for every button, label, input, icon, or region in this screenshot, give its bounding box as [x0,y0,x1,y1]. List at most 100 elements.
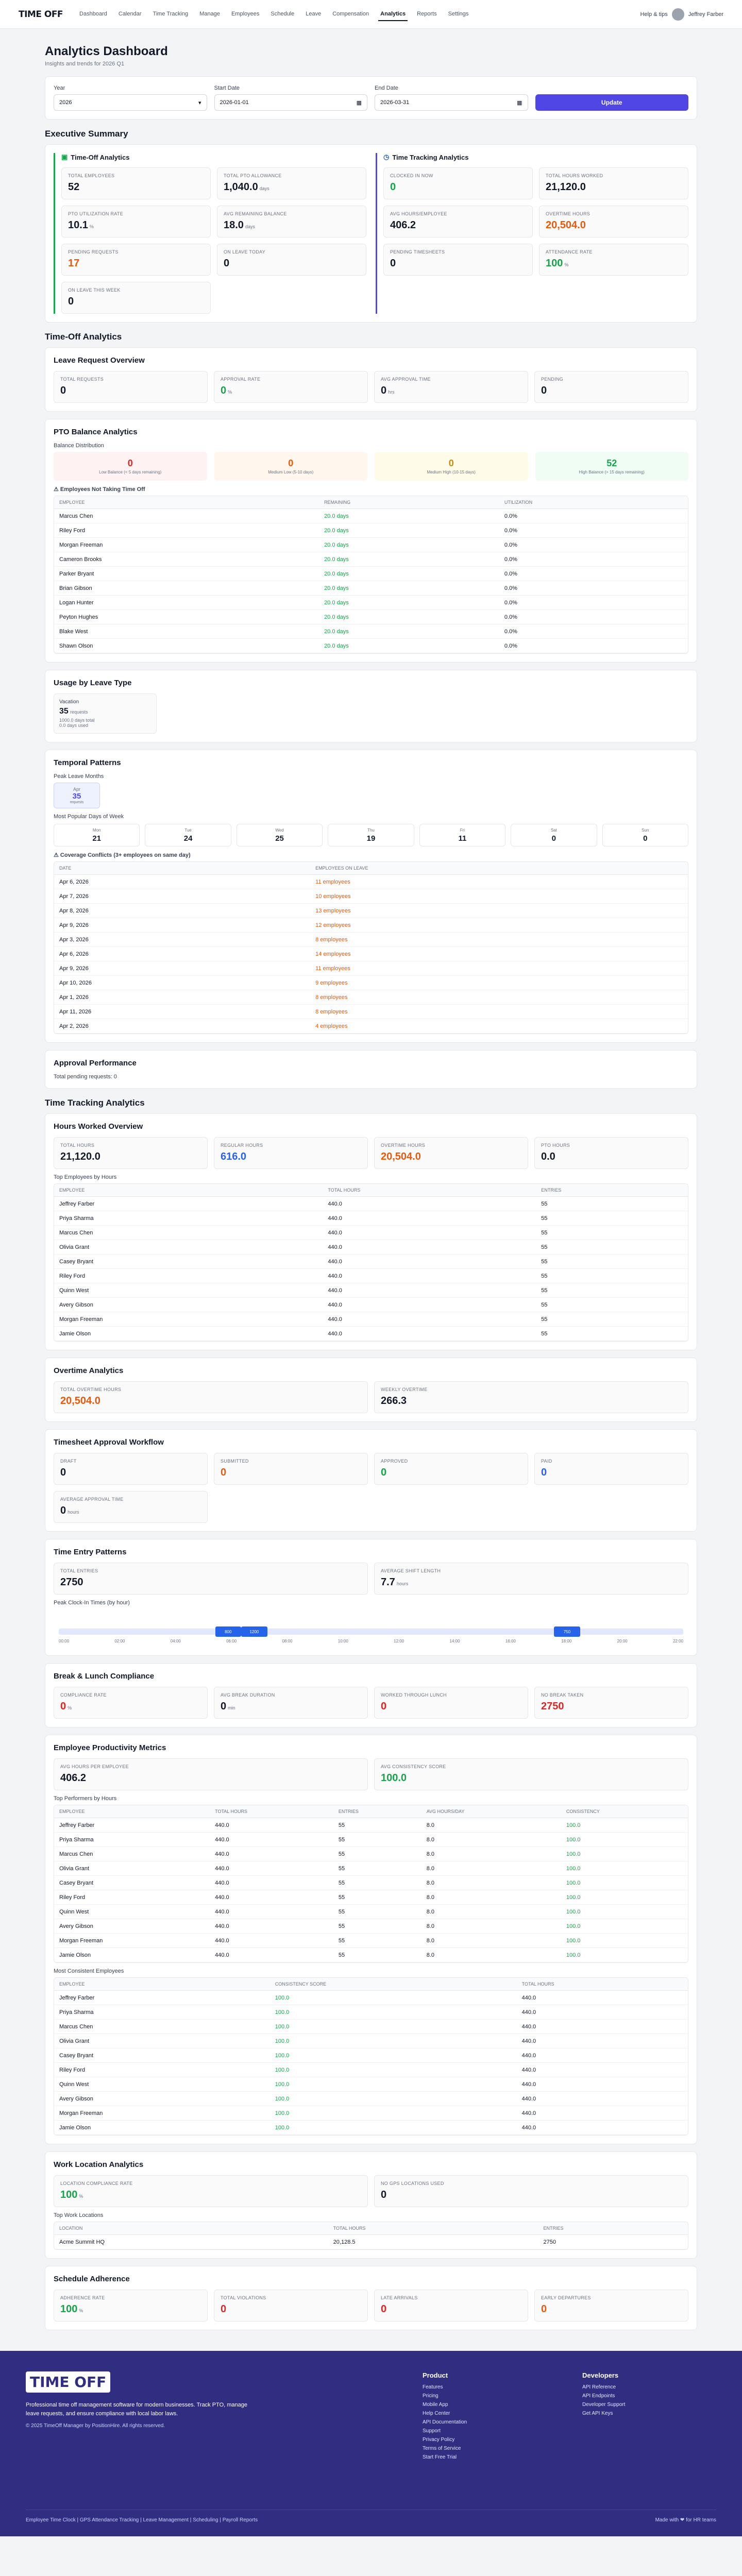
table-row[interactable]: Riley Ford 440.0 55 8.0 100.0 [54,1890,688,1905]
column-header[interactable]: Entries [333,1805,421,1818]
footer-link[interactable]: Support [423,2428,467,2434]
table-row[interactable]: Quinn West 440.0 55 [54,1283,688,1298]
table-row[interactable]: Cameron Brooks 20.0 days 0.0% [54,552,688,567]
footer-link[interactable]: API Reference [582,2384,625,2390]
nav-item-calendar[interactable]: Calendar [116,8,144,21]
column-header[interactable]: Entries [538,2222,688,2235]
table-row[interactable]: Marcus Chen 100.0 440.0 [54,2019,688,2034]
table-row[interactable]: Riley Ford 20.0 days 0.0% [54,523,688,538]
column-header[interactable]: Consistency Score [269,1978,517,1991]
table-row[interactable]: Apr 6, 2026 14 employees [54,946,688,961]
table-row[interactable]: Acme Summit HQ 20,128.5 2750 [54,2234,688,2249]
table-row[interactable]: Apr 9, 2026 11 employees [54,961,688,976]
table-row[interactable]: Blake West 20.0 days 0.0% [54,624,688,639]
column-header[interactable]: Total Hours [516,1978,688,1991]
nav-item-settings[interactable]: Settings [446,8,471,21]
table-row[interactable]: Brian Gibson 20.0 days 0.0% [54,581,688,596]
table-row[interactable]: Morgan Freeman 100.0 440.0 [54,2106,688,2121]
avatar[interactable] [671,8,684,21]
table-row[interactable]: Priya Sharma 440.0 55 8.0 100.0 [54,1832,688,1847]
nav-item-compensation[interactable]: Compensation [330,8,371,21]
table-row[interactable]: Casey Bryant 440.0 55 [54,1254,688,1269]
user-name[interactable]: Jeffrey Farber [688,11,723,18]
column-header[interactable]: Employee [54,1184,323,1197]
column-header[interactable]: Consistency [561,1805,688,1818]
footer-link[interactable]: Start Free Trial [423,2454,467,2460]
column-header[interactable]: Utilization [499,496,688,509]
table-row[interactable]: Priya Sharma 440.0 55 [54,1211,688,1226]
table-row[interactable]: Apr 2, 2026 4 employees [54,1019,688,1033]
table-row[interactable]: Marcus Chen 440.0 55 8.0 100.0 [54,1846,688,1861]
table-row[interactable]: Riley Ford 100.0 440.0 [54,2062,688,2077]
footer-link[interactable]: Developer Support [582,2402,625,2408]
table-row[interactable]: Apr 9, 2026 12 employees [54,918,688,933]
table-row[interactable]: Avery Gibson 440.0 55 [54,1297,688,1312]
nav-item-reports[interactable]: Reports [415,8,439,21]
table-row[interactable]: Parker Bryant 20.0 days 0.0% [54,566,688,581]
footer-link[interactable]: Features [423,2384,467,2390]
table-row[interactable]: Riley Ford 440.0 55 [54,1268,688,1283]
table-row[interactable]: Morgan Freeman 440.0 55 8.0 100.0 [54,1933,688,1948]
column-header[interactable]: Date [54,862,311,875]
footer-link[interactable]: Privacy Policy [423,2437,467,2443]
footer-link[interactable]: Get API Keys [582,2411,625,2416]
nav-item-manage[interactable]: Manage [197,8,222,21]
column-header[interactable]: Employee [54,1805,210,1818]
footer-link[interactable]: API Documentation [423,2419,467,2425]
nav-item-analytics[interactable]: Analytics [378,8,408,21]
column-header[interactable]: Employee [54,1978,270,1991]
footer-link[interactable]: Help Center [423,2411,467,2416]
start-date-field[interactable]: 2026-01-01 ▦ [214,94,367,111]
column-header[interactable]: Total Hours [323,1184,536,1197]
table-row[interactable]: Olivia Grant 440.0 55 [54,1240,688,1255]
update-button[interactable]: Update [535,94,688,111]
column-header[interactable]: Total Hours [328,2222,538,2235]
table-row[interactable]: Logan Hunter 20.0 days 0.0% [54,595,688,610]
table-row[interactable]: Avery Gibson 100.0 440.0 [54,2091,688,2106]
table-row[interactable]: Jeffrey Farber 440.0 55 [54,1196,688,1211]
table-row[interactable]: Marcus Chen 20.0 days 0.0% [54,509,688,523]
table-row[interactable]: Morgan Freeman 440.0 55 [54,1312,688,1327]
table-row[interactable]: Jamie Olson 440.0 55 8.0 100.0 [54,1947,688,1962]
table-row[interactable]: Apr 7, 2026 10 employees [54,889,688,904]
nav-item-dashboard[interactable]: Dashboard [77,8,109,21]
footer-link[interactable]: Pricing [423,2393,467,2399]
nav-item-leave[interactable]: Leave [303,8,323,21]
table-row[interactable]: Priya Sharma 100.0 440.0 [54,2005,688,2020]
table-row[interactable]: Quinn West 440.0 55 8.0 100.0 [54,1904,688,1919]
footer-link[interactable]: Terms of Service [423,2446,467,2451]
footer-link[interactable]: API Endpoints [582,2393,625,2399]
column-header[interactable]: Entries [536,1184,688,1197]
not-taking-link[interactable]: ⚠ Employees Not Taking Time Off [54,486,688,493]
table-row[interactable]: Shawn Olson 20.0 days 0.0% [54,638,688,653]
column-header[interactable]: Location [54,2222,328,2235]
column-header[interactable]: Remaining [319,496,499,509]
table-row[interactable]: Jamie Olson 440.0 55 [54,1326,688,1341]
table-row[interactable]: Avery Gibson 440.0 55 8.0 100.0 [54,1919,688,1934]
table-row[interactable]: Apr 11, 2026 8 employees [54,1004,688,1019]
help-link[interactable]: Help & tips [640,11,668,18]
table-row[interactable]: Quinn West 100.0 440.0 [54,2077,688,2092]
column-header[interactable]: Employee [54,496,319,509]
table-row[interactable]: Marcus Chen 440.0 55 [54,1225,688,1240]
end-date-field[interactable]: 2026-03-31 ▦ [375,94,528,111]
nav-item-time-tracking[interactable]: Time Tracking [151,8,191,21]
column-header[interactable]: Total Hours [210,1805,333,1818]
table-row[interactable]: Casey Bryant 440.0 55 8.0 100.0 [54,1875,688,1890]
nav-item-schedule[interactable]: Schedule [268,8,296,21]
table-row[interactable]: Peyton Hughes 20.0 days 0.0% [54,609,688,624]
nav-item-employees[interactable]: Employees [229,8,261,21]
footer-bottom-links[interactable]: Employee Time Clock | GPS Attendance Tra… [26,2517,258,2523]
footer-logo[interactable]: TIME OFF [26,2371,111,2393]
table-row[interactable]: Apr 3, 2026 8 employees [54,932,688,947]
table-row[interactable]: Olivia Grant 100.0 440.0 [54,2033,688,2048]
table-row[interactable]: Jeffrey Farber 440.0 55 8.0 100.0 [54,1818,688,1833]
brand-logo[interactable]: TIME OFF [19,9,63,20]
table-row[interactable]: Jamie Olson 100.0 440.0 [54,2120,688,2135]
table-row[interactable]: Casey Bryant 100.0 440.0 [54,2048,688,2063]
table-row[interactable]: Apr 6, 2026 11 employees [54,874,688,889]
table-row[interactable]: Apr 1, 2026 8 employees [54,990,688,1005]
table-row[interactable]: Jeffrey Farber 100.0 440.0 [54,1990,688,2005]
footer-link[interactable]: Mobile App [423,2402,467,2408]
column-header[interactable]: Employees on Leave [310,862,688,875]
